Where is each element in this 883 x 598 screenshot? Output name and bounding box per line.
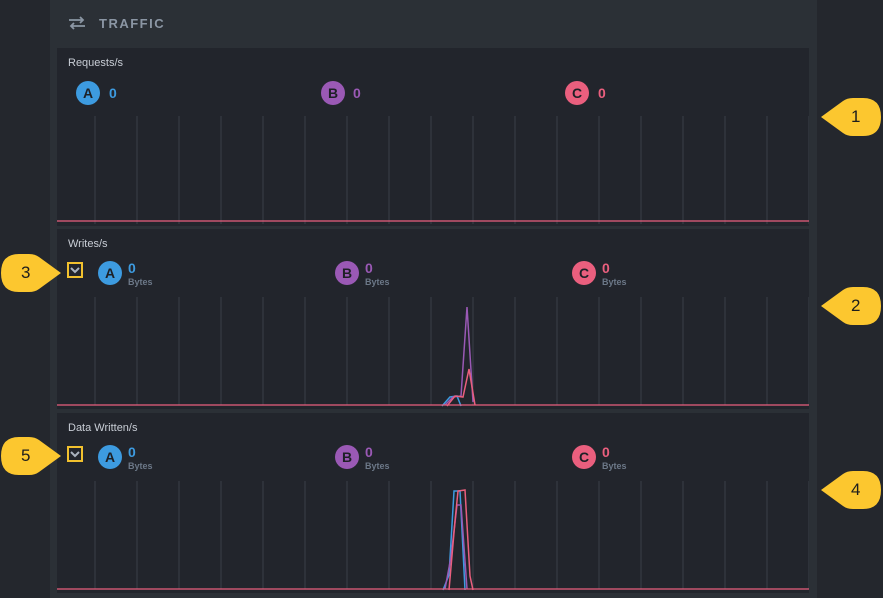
metric-c-badge: C xyxy=(565,81,589,105)
section-title: Requests/s xyxy=(68,57,124,69)
metric-b-value: 0 xyxy=(365,444,373,460)
metric-a-unit: Bytes xyxy=(128,277,153,287)
chevron-down-icon xyxy=(70,267,80,274)
metric-b-unit: Bytes xyxy=(365,277,390,287)
metric-b-unit: Bytes xyxy=(365,461,390,471)
metric-a-unit: Bytes xyxy=(128,461,153,471)
metric-b-value: 0 xyxy=(365,260,373,276)
metric-c-unit: Bytes xyxy=(602,277,627,287)
section-title: Data Written/s xyxy=(68,422,138,434)
metric-c-value: 0 xyxy=(598,85,606,101)
chevron-down-icon xyxy=(70,451,80,458)
callout-label-1: 1 xyxy=(851,107,861,126)
callout-label-4: 4 xyxy=(851,480,861,499)
traffic-panel: TRAFFIC Requests/s A 0 B 0 C 0 Writes/s … xyxy=(50,0,817,598)
metric-a-value: 0 xyxy=(128,260,136,276)
data-written-section: Data Written/s A 0 Bytes B 0 Bytes C 0 B… xyxy=(57,413,809,593)
metric-c-badge: C xyxy=(572,261,596,285)
metric-a-value: 0 xyxy=(128,444,136,460)
series-b-line xyxy=(444,306,474,406)
section-title: Writes/s xyxy=(68,238,108,250)
metric-c-value: 0 xyxy=(602,444,610,460)
metric-b-badge: B xyxy=(321,81,345,105)
metric-b-badge: B xyxy=(335,261,359,285)
metric-a-badge: A xyxy=(98,261,122,285)
callout-label-3: 3 xyxy=(21,263,31,282)
metric-b-badge: B xyxy=(335,445,359,469)
callout-label-5: 5 xyxy=(21,446,31,465)
collapse-toggle[interactable] xyxy=(67,262,83,278)
callout-marker-1 xyxy=(821,98,881,136)
writes-section: Writes/s A 0 Bytes B 0 Bytes C 0 Bytes xyxy=(57,229,809,409)
metric-c-unit: Bytes xyxy=(602,461,627,471)
callout-marker-4 xyxy=(821,471,881,509)
requests-section: Requests/s A 0 B 0 C 0 xyxy=(57,48,809,226)
panel-title: TRAFFIC xyxy=(99,16,166,31)
requests-chart xyxy=(57,116,809,224)
callout-label-2: 2 xyxy=(851,296,861,315)
callout-marker-5 xyxy=(1,437,61,475)
data-written-chart xyxy=(57,481,809,591)
metric-a-badge: A xyxy=(98,445,122,469)
writes-chart xyxy=(57,297,809,407)
callout-marker-3 xyxy=(1,254,61,292)
metric-c-value: 0 xyxy=(602,260,610,276)
swap-arrows-icon xyxy=(69,16,85,30)
metric-b-value: 0 xyxy=(353,85,361,101)
metric-a-value: 0 xyxy=(109,85,117,101)
metric-a-badge: A xyxy=(76,81,100,105)
metric-c-badge: C xyxy=(572,445,596,469)
panel-header: TRAFFIC xyxy=(50,0,817,48)
callout-marker-2 xyxy=(821,287,881,325)
collapse-toggle[interactable] xyxy=(67,446,83,462)
